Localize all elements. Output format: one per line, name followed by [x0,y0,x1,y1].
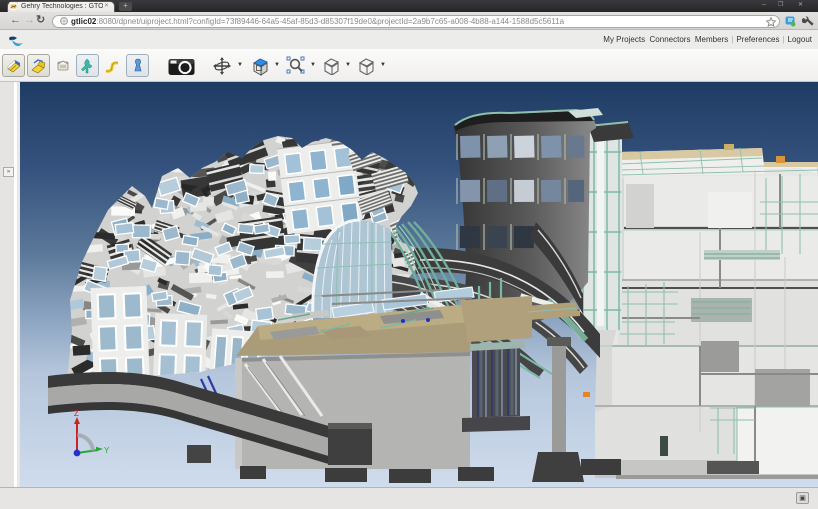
svg-text:Y: Y [104,446,110,455]
svg-text:Z: Z [74,409,79,418]
